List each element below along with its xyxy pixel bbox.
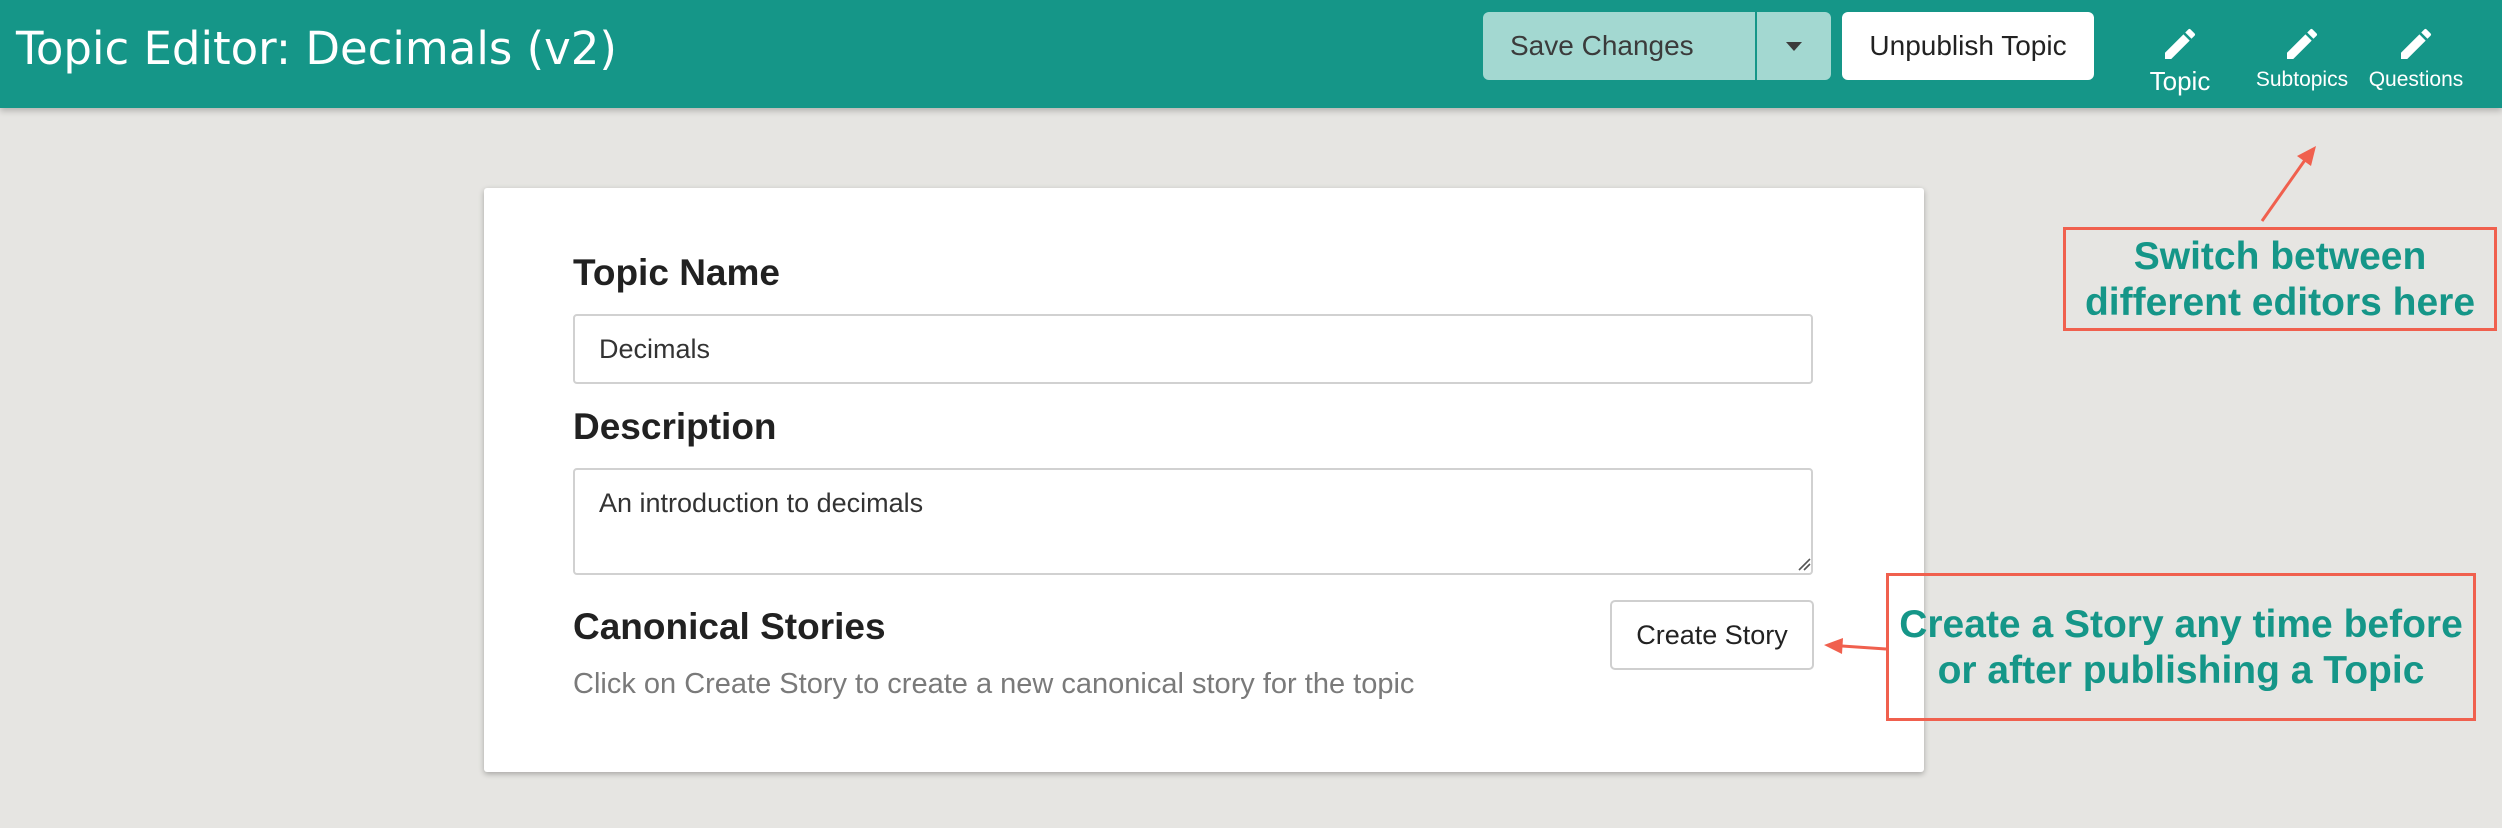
top-navbar: Topic Editor: Decimals (v2) Save Changes…: [0, 0, 2502, 108]
editors-annotation-box: Switch between different editors here: [2063, 227, 2497, 331]
pencil-icon: [2287, 28, 2318, 59]
canonical-stories-hint: Click on Create Story to create a new ca…: [573, 668, 1415, 700]
editors-annotation-line1: Switch between: [2133, 235, 2427, 278]
description-label: Description: [573, 406, 777, 447]
create-story-button[interactable]: Create Story: [1610, 600, 1814, 670]
save-changes-button[interactable]: Save Changes: [1483, 12, 1755, 80]
tab-questions-label: Questions: [2368, 68, 2464, 91]
story-annotation-line2: or after publishing a Topic: [1937, 649, 2425, 692]
page: Topic Editor: Decimals (v2) Save Changes…: [0, 0, 2502, 828]
caret-down-icon: [1786, 42, 1802, 51]
tab-questions-editor[interactable]: Questions: [2364, 24, 2468, 108]
story-annotation-box: Create a Story any time before or after …: [1886, 573, 2476, 721]
tab-subtopics-label: Subtopics: [2255, 68, 2349, 91]
topic-name-label: Topic Name: [573, 252, 780, 293]
arrow-to-editor-tabs: [2260, 146, 2316, 222]
tab-topic-editor[interactable]: Topic: [2140, 24, 2220, 108]
story-annotation-line1: Create a Story any time before: [1899, 603, 2463, 646]
topic-name-input[interactable]: [573, 314, 1813, 384]
pencil-icon: [2401, 28, 2432, 59]
page-title: Topic Editor: Decimals (v2): [16, 22, 617, 75]
tab-topic-label: Topic: [2149, 66, 2211, 96]
tab-subtopics-editor[interactable]: Subtopics: [2250, 24, 2354, 108]
resize-handle-icon[interactable]: [1797, 557, 1811, 571]
topic-details-card: Topic Name Description An introduction t…: [484, 188, 1924, 772]
editors-annotation-line2: different editors here: [2084, 281, 2476, 324]
unpublish-topic-button[interactable]: Unpublish Topic: [1842, 12, 2094, 80]
canonical-stories-label: Canonical Stories: [573, 606, 886, 647]
save-options-dropdown-button[interactable]: [1757, 12, 1831, 80]
pencil-icon: [2165, 28, 2196, 59]
description-textarea[interactable]: An introduction to decimals: [573, 468, 1813, 575]
